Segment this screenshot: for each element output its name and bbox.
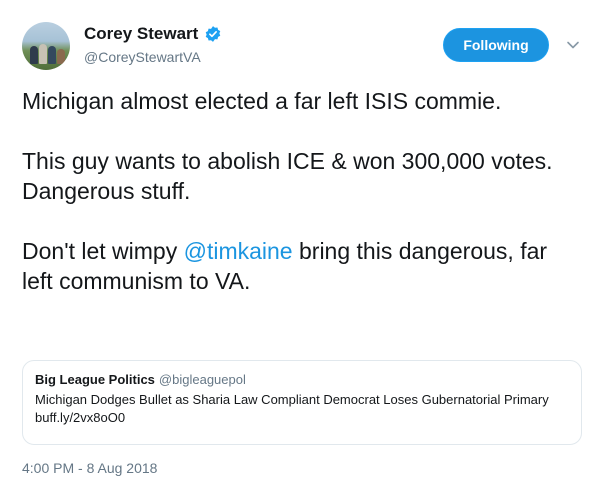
tweet-timestamp[interactable]: 4:00 PM - 8 Aug 2018 (22, 460, 157, 476)
tweet-text-segment: Don't let wimpy (22, 238, 184, 264)
avatar-figure (57, 49, 65, 64)
avatar[interactable] (22, 22, 70, 70)
quoted-author-name: Big League Politics (35, 372, 155, 387)
author-name-row[interactable]: Corey Stewart (84, 24, 222, 44)
quoted-tweet-text: Michigan Dodges Bullet as Sharia Law Com… (35, 392, 549, 425)
quoted-tweet[interactable]: Big League Politics @bigleaguepol Michiga… (22, 360, 582, 445)
author-handle[interactable]: @CoreyStewartVA (84, 49, 201, 65)
quoted-author-handle: @bigleaguepol (158, 372, 246, 387)
avatar-figure (39, 44, 47, 64)
avatar-figure (48, 46, 56, 64)
following-button[interactable]: Following (443, 28, 549, 62)
chevron-down-icon[interactable] (566, 38, 580, 52)
verified-badge-icon (206, 26, 221, 42)
mention-link[interactable]: @timkaine (184, 238, 293, 264)
following-button-label: Following (463, 37, 529, 53)
tweet-text: Michigan almost elected a far left ISIS … (22, 86, 582, 296)
tweet-paragraph: Don't let wimpy @timkaine bring this dan… (22, 236, 582, 296)
tweet-paragraph: This guy wants to abolish ICE & won 300,… (22, 148, 553, 204)
tweet-card: Corey Stewart @CoreyStewartVA Following … (0, 0, 605, 482)
quoted-tweet-header: Big League Politics @bigleaguepol (35, 371, 569, 389)
tweet-paragraph: Michigan almost elected a far left ISIS … (22, 88, 502, 114)
avatar-figure (30, 46, 38, 64)
author-display-name[interactable]: Corey Stewart (84, 24, 198, 44)
